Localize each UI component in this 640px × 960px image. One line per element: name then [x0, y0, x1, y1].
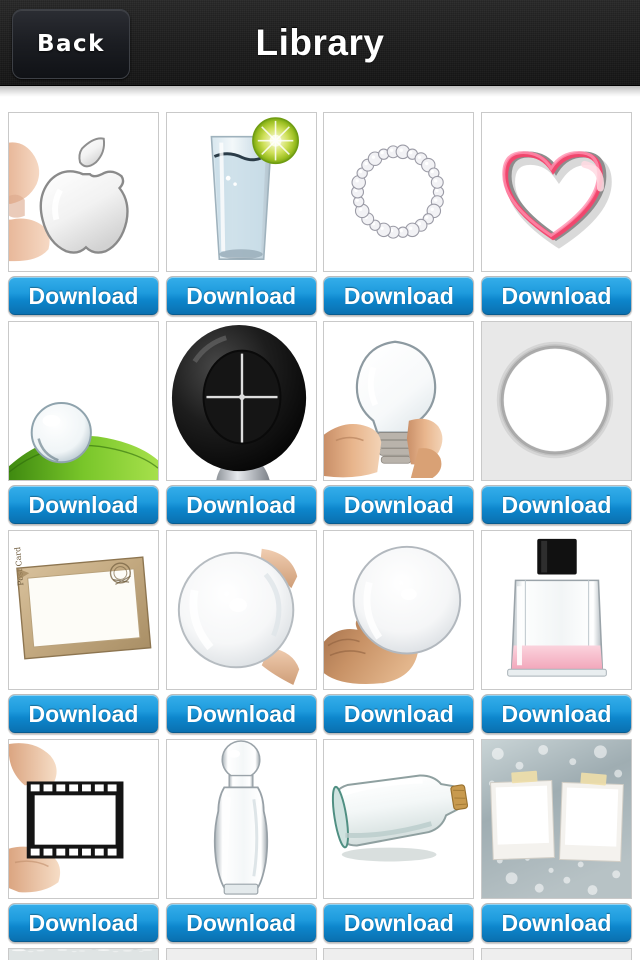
thumbnail-pink-heart-outline[interactable]	[480, 112, 632, 272]
thumbnail-glass-sphere-on-palm[interactable]	[323, 530, 475, 690]
page-title: Library	[255, 22, 385, 63]
download-button[interactable]: Download	[480, 485, 632, 525]
library-row: Download Download Download Download	[8, 321, 632, 525]
download-button[interactable]: Download	[8, 903, 159, 943]
library-item: Download	[8, 321, 159, 525]
thumbnail-water-droplet-texture[interactable]	[8, 948, 159, 960]
library-item: Download	[165, 321, 317, 525]
download-button[interactable]: Download	[323, 903, 475, 943]
thumbnail-rifle-scope-crosshair[interactable]	[165, 321, 317, 481]
library-item: Post Card Download	[8, 530, 159, 734]
library-item: Download	[8, 112, 159, 316]
library-grid[interactable]: Download Download Download Download Down…	[0, 97, 640, 960]
library-row: Download Download Download Download	[8, 739, 632, 943]
download-button[interactable]: Download	[165, 694, 317, 734]
thumbnail-light-bulb-in-hand[interactable]	[323, 321, 475, 481]
navbar-shadow	[0, 86, 640, 97]
thumbnail-apple-logo-in-hand[interactable]	[8, 112, 159, 272]
thumbnail-glass-sphere-held-by-fingers[interactable]	[165, 530, 317, 690]
navigation-bar: Back Library	[0, 0, 640, 86]
thumbnail-water-drop-on-grass-blade[interactable]	[8, 321, 159, 481]
download-button[interactable]: Download	[8, 694, 159, 734]
thumbnail-water-glass-with-lime[interactable]	[165, 112, 317, 272]
library-screen: Back Library Download Download Download …	[0, 0, 640, 960]
download-button[interactable]: Download	[165, 903, 317, 943]
library-item: Download	[8, 948, 159, 960]
download-button[interactable]: Download	[8, 276, 159, 316]
library-item: Download	[480, 739, 632, 943]
library-item: Download	[165, 530, 317, 734]
thumbnail-vintage-postcard-frame[interactable]: Post Card	[8, 530, 159, 690]
library-item: Download	[8, 739, 159, 943]
thumbnail-tall-glass-decanter[interactable]	[165, 739, 317, 899]
thumbnail-empty-placeholder[interactable]	[480, 948, 632, 960]
download-button[interactable]: Download	[165, 276, 317, 316]
library-row: Post Card Download Download Download Dow…	[8, 530, 632, 734]
download-button[interactable]: Download	[323, 694, 475, 734]
library-item: Download	[323, 739, 475, 943]
download-button[interactable]: Download	[323, 485, 475, 525]
library-item: Download	[480, 530, 632, 734]
thumbnail-glass-ring-on-gray[interactable]	[480, 321, 632, 481]
library-item: Download	[323, 530, 475, 734]
thumbnail-pearl-bracelet-circle[interactable]	[323, 112, 475, 272]
thumbnail-film-negative-in-fingers[interactable]	[8, 739, 159, 899]
download-button[interactable]: Download	[8, 485, 159, 525]
library-row: Download Download Download Download	[8, 948, 632, 960]
library-item: Download	[323, 321, 475, 525]
library-item: Download	[165, 112, 317, 316]
download-button[interactable]: Download	[480, 903, 632, 943]
thumbnail-empty-placeholder[interactable]	[323, 948, 475, 960]
library-row: Download Download Download Download	[8, 112, 632, 316]
thumbnail-empty-placeholder[interactable]	[165, 948, 317, 960]
thumbnail-tilted-glass-bottle-with-cork[interactable]	[323, 739, 475, 899]
library-item: Download	[165, 948, 317, 960]
library-item: Download	[480, 321, 632, 525]
download-button[interactable]: Download	[165, 485, 317, 525]
library-item: Download	[165, 739, 317, 943]
download-button[interactable]: Download	[480, 694, 632, 734]
thumbnail-perfume-bottle-pink[interactable]	[480, 530, 632, 690]
download-button[interactable]: Download	[480, 276, 632, 316]
download-button[interactable]: Download	[323, 276, 475, 316]
thumbnail-polaroid-frames-on-wet-glass[interactable]	[480, 739, 632, 899]
library-item: Download	[480, 948, 632, 960]
library-item: Download	[480, 112, 632, 316]
library-item: Download	[323, 112, 475, 316]
library-item: Download	[323, 948, 475, 960]
